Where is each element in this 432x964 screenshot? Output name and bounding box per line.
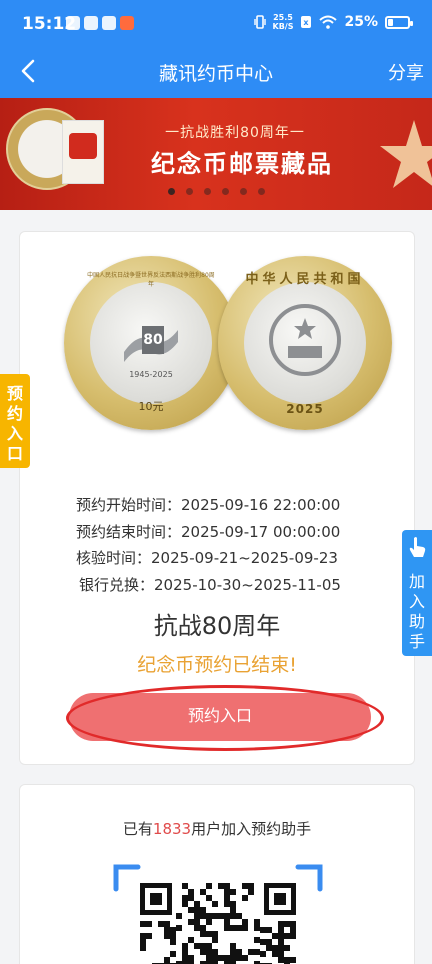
info-label: 预约开始时间： xyxy=(76,496,182,514)
info-value: 2025-09-17 00:00:00 xyxy=(181,522,341,541)
coin-obverse-ring-text: 中国人民抗日战争暨世界反法西斯战争胜利80周年 xyxy=(87,272,215,288)
info-value: 2025-09-21~2025-09-23 xyxy=(151,549,338,567)
helper-user-count: 已有1833用户加入预约助手 xyxy=(20,818,414,839)
sim-icon: x xyxy=(301,16,312,28)
carousel-dot[interactable] xyxy=(239,188,247,195)
coin-reverse-year: 2025 xyxy=(286,402,324,416)
carousel-indicator[interactable] xyxy=(0,188,432,195)
net-speed-unit: KB/S xyxy=(272,22,294,31)
info-value: 2025-09-16 22:00:00 xyxy=(181,496,341,514)
coin-reverse-image: 中华人民共和国 2025 xyxy=(218,256,392,430)
info-row-end: 预约结束时间：2025-09-17 00:00:00 xyxy=(20,521,416,548)
info-label: 预约结束时间： xyxy=(76,522,182,541)
coin-denomination: 10元 xyxy=(138,400,164,413)
notification-app-icon xyxy=(120,16,134,30)
info-label: 银行兑换： xyxy=(79,575,155,594)
star-icon xyxy=(380,120,432,188)
page-title: 藏讯约币中心 xyxy=(158,63,273,85)
vibrate-icon xyxy=(253,15,266,29)
status-right: 25.5 KB/S x 25% xyxy=(253,13,413,31)
reservation-ended-notice: 纪念币预约已结束! xyxy=(137,654,297,676)
helper-suffix: 用户加入预约助手 xyxy=(191,820,312,838)
coin-images: 80 1945-2025 中国人民抗日战争暨世界反法西斯战争胜利80周年 10元… xyxy=(20,256,416,446)
coin-number: 80 xyxy=(142,326,164,354)
banner-stamp-card-image xyxy=(62,120,104,184)
info-label: 核验时间： xyxy=(76,549,152,567)
helper-count: 1833 xyxy=(152,820,192,838)
info-value: 2025-10-30~2025-11-05 xyxy=(154,575,341,594)
battery-fill xyxy=(388,18,393,26)
qr-code-image[interactable] xyxy=(112,863,324,964)
promo-banner[interactable]: 一抗战胜利80周年一 纪念币邮票藏品 xyxy=(0,98,432,210)
side-tab-label: 预约入口 xyxy=(7,384,24,463)
net-speed-value: 25.5 xyxy=(273,13,293,22)
info-row-verify: 核验时间：2025-09-21~2025-09-23 xyxy=(20,547,416,574)
carousel-dot[interactable] xyxy=(167,188,175,195)
national-emblem-icon xyxy=(269,304,341,376)
wifi-icon xyxy=(319,15,338,29)
coin-obverse-image: 80 1945-2025 中国人民抗日战争暨世界反法西斯战争胜利80周年 10元 xyxy=(64,256,238,430)
helper-card: 已有1833用户加入预约助手 xyxy=(19,784,415,964)
coin-obverse-center: 80 1945-2025 xyxy=(90,282,212,404)
carousel-dot[interactable] xyxy=(203,188,211,195)
notification-app-icon xyxy=(102,16,116,30)
title-bar: 藏讯约币中心 分享 xyxy=(0,46,432,98)
svg-text:x: x xyxy=(304,18,310,27)
reserve-entry-side-tab[interactable]: 预约入口 xyxy=(0,374,30,468)
info-row-exchange: 银行兑换：2025-10-30~2025-11-05 xyxy=(20,574,416,601)
notification-app-icon xyxy=(66,16,80,30)
battery-percent: 25% xyxy=(344,14,378,30)
info-row-start: 预约开始时间：2025-09-16 22:00:00 xyxy=(20,494,416,521)
coin-reverse-ring-text: 中华人民共和国 xyxy=(245,272,365,287)
coin-name: 抗战80周年 xyxy=(153,612,281,640)
carousel-dot[interactable] xyxy=(185,188,193,195)
status-bar: 15:12 25.5 KB/S x 25% xyxy=(0,0,432,46)
join-helper-side-tab[interactable]: 加入助手 xyxy=(402,530,432,656)
net-speed: 25.5 KB/S xyxy=(273,13,294,31)
notification-icons xyxy=(66,16,134,30)
coin-reservation-card: 80 1945-2025 中国人民抗日战争暨世界反法西斯战争胜利80周年 10元… xyxy=(19,231,415,765)
hand-pointer-icon xyxy=(409,537,426,557)
banner-subtitle: 一抗战胜利80周年一 xyxy=(165,125,305,141)
reserve-entry-button[interactable]: 预约入口 xyxy=(69,693,371,741)
helper-prefix: 已有 xyxy=(122,820,153,838)
notification-app-icon xyxy=(84,16,98,30)
banner-title: 纪念币邮票藏品 xyxy=(151,150,333,178)
side-tab-label: 加入助手 xyxy=(409,572,426,651)
reservation-info: 预约开始时间：2025-09-16 22:00:00 预约结束时间：2025-0… xyxy=(20,494,416,600)
battery-icon xyxy=(385,15,413,29)
carousel-dot[interactable] xyxy=(257,188,265,195)
carousel-dot[interactable] xyxy=(221,188,229,195)
coin-years: 1945-2025 xyxy=(129,370,173,379)
app-header: 15:12 25.5 KB/S x 25% 藏讯约币中心 分享 xyxy=(0,0,432,98)
share-button[interactable]: 分享 xyxy=(388,59,424,85)
coin-reverse-center xyxy=(244,282,366,404)
